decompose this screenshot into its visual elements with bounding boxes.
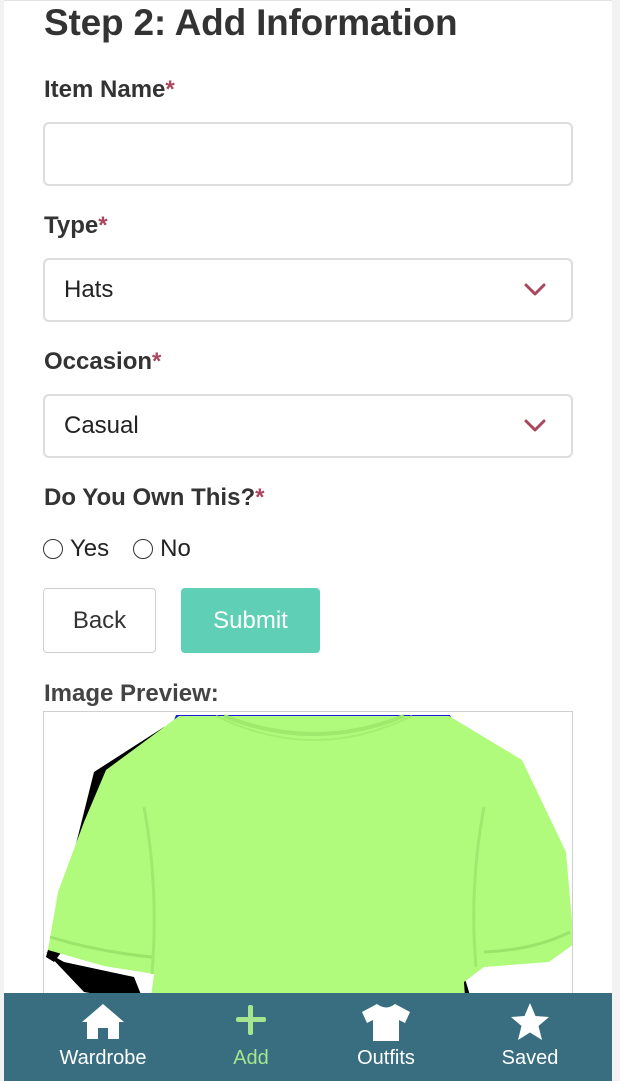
submit-button[interactable]: Submit — [181, 588, 320, 653]
chevron-down-icon — [524, 419, 546, 432]
own-label: Do You Own This?* — [44, 483, 264, 513]
type-select[interactable]: Hats — [43, 258, 573, 322]
required-mark: * — [255, 484, 265, 511]
no-radio-label[interactable]: No — [160, 535, 191, 563]
image-preview — [43, 711, 573, 1011]
star-icon — [511, 1003, 549, 1040]
occasion-selected-value: Casual — [64, 412, 139, 439]
yes-radio[interactable] — [43, 539, 63, 559]
nav-outfits[interactable]: Outfits — [311, 993, 461, 1081]
tshirt-icon — [362, 1004, 410, 1041]
item-name-label-text: Item Name — [44, 76, 166, 103]
type-label-text: Type — [44, 212, 99, 239]
occasion-label-text: Occasion — [44, 348, 153, 375]
nav-wardrobe-label: Wardrobe — [59, 1047, 147, 1069]
image-preview-label: Image Preview: — [44, 680, 219, 707]
no-radio[interactable] — [133, 539, 154, 559]
nav-wardrobe[interactable]: Wardrobe — [28, 993, 178, 1081]
t-shirt-image — [46, 714, 572, 1010]
add-item-page: Step 2: Add Information Item Name* Type*… — [4, 0, 612, 1081]
item-name-input[interactable] — [43, 122, 573, 186]
occasion-label: Occasion* — [44, 347, 161, 377]
yes-radio-label[interactable]: Yes — [70, 535, 109, 563]
nav-saved[interactable]: Saved — [455, 993, 605, 1081]
nav-add[interactable]: Add — [176, 993, 326, 1081]
back-button[interactable]: Back — [43, 588, 156, 653]
occasion-select[interactable]: Casual — [43, 394, 573, 458]
own-radio-group: Yes No — [43, 534, 215, 564]
required-mark: * — [152, 348, 162, 375]
nav-add-label: Add — [233, 1047, 269, 1069]
home-icon — [82, 1004, 124, 1039]
type-label: Type* — [44, 211, 108, 241]
nav-outfits-label: Outfits — [357, 1047, 415, 1069]
nav-saved-label: Saved — [501, 1047, 559, 1069]
item-name-label: Item Name* — [44, 75, 175, 105]
chevron-down-icon — [524, 283, 546, 296]
bottom-nav: Wardrobe Add Outfits Saved — [4, 993, 612, 1081]
required-mark: * — [165, 76, 175, 103]
type-selected-value: Hats — [64, 276, 114, 303]
plus-icon — [236, 1005, 266, 1035]
required-mark: * — [98, 212, 108, 239]
page-title: Step 2: Add Information — [44, 2, 458, 43]
own-label-text: Do You Own This? — [44, 484, 256, 511]
